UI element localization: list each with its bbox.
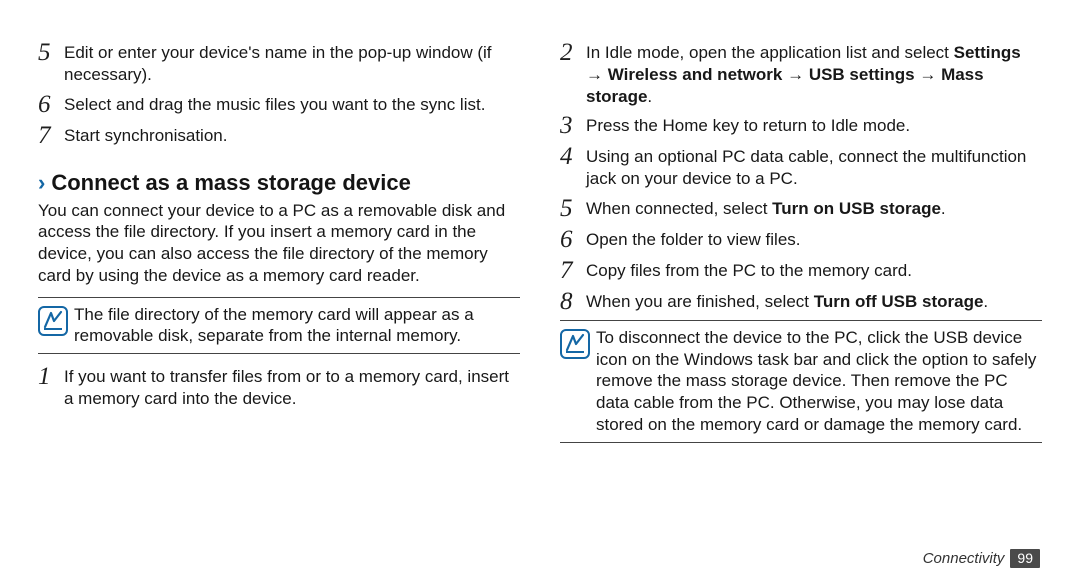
step-number: 6 bbox=[560, 227, 586, 252]
note-icon bbox=[560, 329, 596, 361]
step-number: 2 bbox=[560, 40, 586, 65]
note-block: The file directory of the memory card wi… bbox=[38, 297, 520, 355]
step-number: 5 bbox=[560, 196, 586, 221]
step-item: 3 Press the Home key to return to Idle m… bbox=[560, 113, 1042, 138]
step-text: Press the Home key to return to Idle mod… bbox=[586, 113, 1042, 137]
step-item: 2 In Idle mode, open the application lis… bbox=[560, 40, 1042, 107]
step-text: In Idle mode, open the application list … bbox=[586, 40, 1042, 107]
left-column: 5 Edit or enter your device's name in th… bbox=[38, 40, 540, 586]
step-number: 4 bbox=[560, 144, 586, 169]
step-text: If you want to transfer files from or to… bbox=[64, 364, 520, 410]
step-number: 5 bbox=[38, 40, 64, 65]
section-description: You can connect your device to a PC as a… bbox=[38, 200, 520, 287]
section-heading: › Connect as a mass storage device bbox=[38, 170, 520, 196]
step-text: Using an optional PC data cable, connect… bbox=[586, 144, 1042, 190]
step-item: 7 Start synchronisation. bbox=[38, 123, 520, 148]
document-page: 5 Edit or enter your device's name in th… bbox=[0, 0, 1080, 586]
page-footer: Connectivity 99 bbox=[923, 549, 1040, 568]
step-text: When you are finished, select Turn off U… bbox=[586, 289, 1042, 313]
step-text: When connected, select Turn on USB stora… bbox=[586, 196, 1042, 220]
step-text: Start synchronisation. bbox=[64, 123, 520, 147]
step-item: 8 When you are finished, select Turn off… bbox=[560, 289, 1042, 314]
note-text: To disconnect the device to the PC, clic… bbox=[596, 327, 1042, 436]
note-block: To disconnect the device to the PC, clic… bbox=[560, 320, 1042, 443]
step-item: 6 Select and drag the music files you wa… bbox=[38, 92, 520, 117]
step-text: Open the folder to view files. bbox=[586, 227, 1042, 251]
step-number: 3 bbox=[560, 113, 586, 138]
step-number: 6 bbox=[38, 92, 64, 117]
step-item: 7 Copy files from the PC to the memory c… bbox=[560, 258, 1042, 283]
step-number: 1 bbox=[38, 364, 64, 389]
right-column: 2 In Idle mode, open the application lis… bbox=[540, 40, 1042, 586]
step-number: 8 bbox=[560, 289, 586, 314]
note-icon bbox=[38, 306, 74, 338]
step-item: 1 If you want to transfer files from or … bbox=[38, 364, 520, 410]
footer-section: Connectivity bbox=[923, 550, 1005, 567]
step-item: 5 Edit or enter your device's name in th… bbox=[38, 40, 520, 86]
step-item: 4 Using an optional PC data cable, conne… bbox=[560, 144, 1042, 190]
step-text: Copy files from the PC to the memory car… bbox=[586, 258, 1042, 282]
note-text: The file directory of the memory card wi… bbox=[74, 304, 520, 348]
footer-page-number: 99 bbox=[1010, 549, 1040, 568]
step-number: 7 bbox=[38, 123, 64, 148]
step-item: 6 Open the folder to view files. bbox=[560, 227, 1042, 252]
section-title: Connect as a mass storage device bbox=[51, 170, 411, 196]
step-text: Select and drag the music files you want… bbox=[64, 92, 520, 116]
step-text: Edit or enter your device's name in the … bbox=[64, 40, 520, 86]
chevron-icon: › bbox=[38, 172, 45, 194]
step-item: 5 When connected, select Turn on USB sto… bbox=[560, 196, 1042, 221]
step-number: 7 bbox=[560, 258, 586, 283]
